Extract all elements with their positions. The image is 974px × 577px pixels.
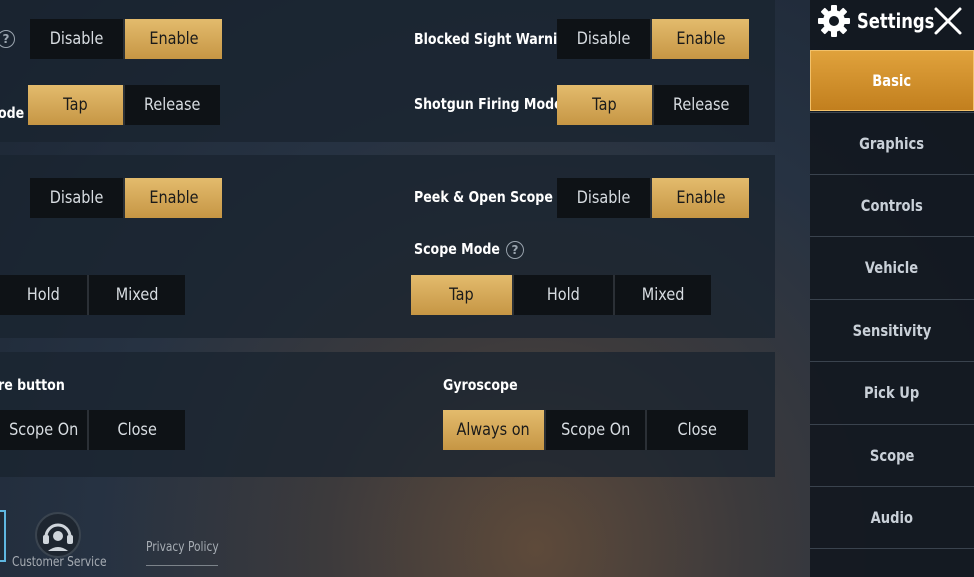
close-option[interactable]: Close bbox=[89, 410, 185, 450]
always-on-option[interactable]: Always on bbox=[443, 410, 546, 450]
enable-option[interactable]: Enable bbox=[652, 19, 749, 59]
mixed-option[interactable]: Mixed bbox=[615, 275, 711, 315]
enable-option[interactable]: Enable bbox=[652, 178, 749, 218]
customer-service-label[interactable]: Customer Service bbox=[12, 555, 107, 570]
sidebar-header: Settings bbox=[810, 0, 974, 44]
enable-option[interactable]: Enable bbox=[125, 178, 222, 218]
sidebar-item-scope[interactable]: Scope bbox=[810, 424, 974, 485]
privacy-policy-link[interactable]: Privacy Policy bbox=[146, 540, 219, 555]
privacy-policy-underline bbox=[146, 565, 218, 566]
enable-option[interactable]: Enable bbox=[125, 19, 222, 59]
left-mode-label: ode bbox=[0, 104, 25, 122]
sidebar-item-basic[interactable]: Basic bbox=[810, 50, 974, 111]
blocked-sight-warning-label: Blocked Sight Warning bbox=[414, 30, 576, 48]
customer-service-button[interactable] bbox=[30, 511, 86, 559]
headset-icon bbox=[35, 512, 81, 558]
disable-option[interactable]: Disable bbox=[557, 178, 652, 218]
disable-option[interactable]: Disable bbox=[30, 19, 125, 59]
scope-mode-toggle: Tap Hold Mixed bbox=[411, 275, 711, 315]
blocked-sight-warning-toggle: Disable Enable bbox=[557, 19, 749, 59]
peek-open-scope-label: Peek & Open Scope bbox=[414, 188, 553, 206]
release-option[interactable]: Release bbox=[125, 85, 220, 125]
sidebar-item-pick-up[interactable]: Pick Up bbox=[810, 361, 974, 422]
mixed-option[interactable]: Mixed bbox=[89, 275, 185, 315]
close-option[interactable]: Close bbox=[647, 410, 748, 450]
shotgun-firing-mode-toggle: Tap Release bbox=[557, 85, 749, 125]
sidebar-divider bbox=[810, 548, 974, 549]
left-mode-toggle-2: Hold Mixed bbox=[0, 275, 185, 315]
sidebar-item-audio[interactable]: Audio bbox=[810, 486, 974, 547]
tap-option[interactable]: Tap bbox=[28, 85, 125, 125]
scope-on-option[interactable]: Scope On bbox=[0, 410, 89, 450]
sidebar-item-controls[interactable]: Controls bbox=[810, 174, 974, 235]
gyroscope-label: Gyroscope bbox=[443, 376, 518, 394]
disable-option[interactable]: Disable bbox=[30, 178, 125, 218]
gear-icon bbox=[818, 5, 850, 37]
peek-open-scope-toggle: Disable Enable bbox=[557, 178, 749, 218]
tap-option[interactable]: Tap bbox=[411, 275, 514, 315]
hold-option[interactable]: Hold bbox=[514, 275, 615, 315]
scope-on-option[interactable]: Scope On bbox=[546, 410, 647, 450]
hold-option[interactable]: Hold bbox=[0, 275, 89, 315]
sidebar-item-graphics[interactable]: Graphics bbox=[810, 112, 974, 173]
sidebar-item-sensitivity[interactable]: Sensitivity bbox=[810, 299, 974, 360]
disable-option[interactable]: Disable bbox=[557, 19, 652, 59]
left-toggle-2: Disable Enable bbox=[30, 178, 222, 218]
settings-title: Settings bbox=[857, 9, 935, 33]
scope-mode-label: Scope Mode bbox=[414, 240, 500, 258]
footer-selected-tab-edge[interactable] bbox=[0, 510, 6, 562]
left-mode-toggle-1: Tap Release bbox=[28, 85, 220, 125]
shotgun-firing-mode-label: Shotgun Firing Mode bbox=[414, 95, 563, 113]
close-icon[interactable] bbox=[933, 6, 963, 36]
left-toggle-1: Disable Enable bbox=[30, 19, 222, 59]
settings-sidebar: Settings Basic Graphics Controls Vehicle… bbox=[810, 0, 974, 577]
gyroscope-toggle: Always on Scope On Close bbox=[443, 410, 748, 450]
release-option[interactable]: Release bbox=[654, 85, 749, 125]
left-mode-toggle-3: Scope On Close bbox=[0, 410, 185, 450]
sidebar-item-vehicle[interactable]: Vehicle bbox=[810, 236, 974, 297]
fire-button-label: re button bbox=[0, 376, 65, 394]
tap-option[interactable]: Tap bbox=[557, 85, 654, 125]
help-icon[interactable]: ? bbox=[506, 241, 524, 259]
